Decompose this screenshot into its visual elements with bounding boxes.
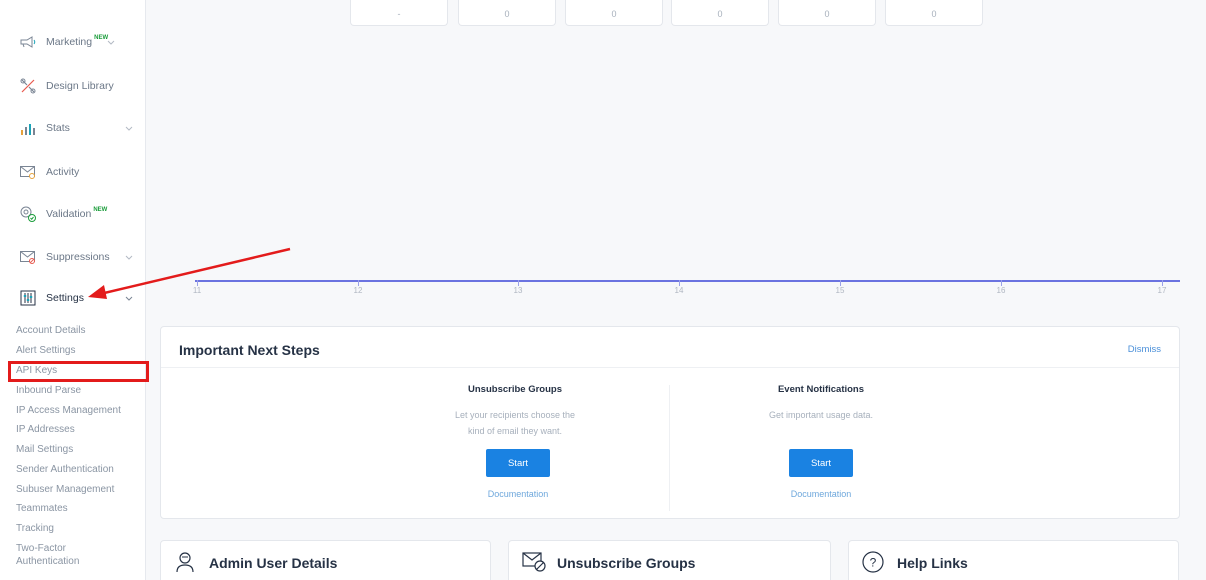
unsubscribe-mail-icon <box>521 550 546 574</box>
next-steps-card: Important Next Steps Dismiss Unsubscribe… <box>160 326 1180 519</box>
subnav-two-factor-authentication[interactable]: Authentication <box>16 556 79 567</box>
stat-box: 0 <box>778 0 876 26</box>
subnav-mail-settings[interactable]: Mail Settings <box>16 444 73 455</box>
suppressions-icon <box>18 247 38 267</box>
nav-label: Design Library <box>46 80 114 92</box>
step-desc-line: Let your recipients choose the <box>454 410 576 420</box>
step-description: Get important usage data. <box>701 407 941 423</box>
x-tick-label: 17 <box>1157 286 1167 295</box>
subnav-two-factor[interactable]: Two-Factor <box>16 543 66 554</box>
subnav-subuser-management[interactable]: Subuser Management <box>16 484 114 495</box>
x-tick-label: 16 <box>996 286 1006 295</box>
help-links-card: ? Help Links <box>848 540 1179 580</box>
step-heading: Event Notifications <box>777 384 865 395</box>
design-icon <box>18 76 38 96</box>
nav-label: Validation <box>46 208 92 220</box>
dismiss-link[interactable]: Dismiss <box>1128 344 1161 355</box>
card-title: Help Links <box>897 555 968 571</box>
step-desc-line: Get important usage data. <box>768 410 874 420</box>
user-icon <box>173 550 197 574</box>
stat-box: 0 <box>565 0 663 26</box>
x-tick-label: 12 <box>353 286 363 295</box>
step-heading: Unsubscribe Groups <box>468 384 562 395</box>
x-tick-label: 13 <box>513 286 523 295</box>
start-button[interactable]: Start <box>486 449 550 477</box>
new-badge: NEW <box>93 207 108 213</box>
megaphone-icon <box>18 32 38 52</box>
nav-item-settings[interactable]: Settings <box>18 286 133 310</box>
stat-box: - <box>350 0 448 26</box>
help-icon: ? <box>861 550 885 574</box>
nav-item-design-library[interactable]: Design Library <box>18 74 114 98</box>
subnav-ip-access-management[interactable]: IP Access Management <box>16 405 121 416</box>
card-title: Admin User Details <box>209 555 338 571</box>
nav-label: Settings <box>46 292 84 304</box>
next-steps-title: Important Next Steps <box>179 342 320 358</box>
x-tick-label: 14 <box>674 286 684 295</box>
admin-user-details-card: Admin User Details <box>160 540 491 580</box>
stat-box: 0 <box>458 0 556 26</box>
subnav-ip-addresses[interactable]: IP Addresses <box>16 424 75 435</box>
nav-item-validation[interactable]: Validation NEW <box>18 202 107 226</box>
chevron-down-icon[interactable] <box>104 35 118 49</box>
subnav-sender-authentication[interactable]: Sender Authentication <box>16 464 114 475</box>
stats-icon <box>18 118 38 138</box>
settings-icon <box>18 288 38 308</box>
nav-item-marketing[interactable]: Marketing NEW <box>18 30 115 54</box>
nav-label: Activity <box>46 166 80 178</box>
subnav-alert-settings[interactable]: Alert Settings <box>16 345 75 356</box>
activity-icon <box>18 162 38 182</box>
card-title: Unsubscribe Groups <box>557 555 696 571</box>
step-desc-line: kind of email they want. <box>467 426 563 436</box>
svg-text:?: ? <box>870 556 877 570</box>
divider <box>669 385 670 511</box>
chevron-down-icon[interactable] <box>122 121 136 135</box>
step-event-notifications: Event Notifications Get important usage … <box>701 384 941 423</box>
nav-item-stats[interactable]: Stats <box>18 116 133 140</box>
nav-item-activity[interactable]: Activity <box>18 160 79 184</box>
x-tick-label: 15 <box>835 286 845 295</box>
step-description: Let your recipients choose the kind of e… <box>395 407 635 439</box>
step-unsubscribe-groups: Unsubscribe Groups Let your recipients c… <box>395 384 635 439</box>
documentation-link[interactable]: Documentation <box>488 489 549 499</box>
subnav-inbound-parse[interactable]: Inbound Parse <box>16 385 81 396</box>
nav-label: Marketing <box>46 36 93 48</box>
validation-icon <box>18 204 38 224</box>
subnav-account-details[interactable]: Account Details <box>16 325 85 336</box>
divider <box>161 367 1179 368</box>
documentation-link[interactable]: Documentation <box>791 489 852 499</box>
stat-box: 0 <box>885 0 983 26</box>
annotation-arrow-icon <box>88 247 291 299</box>
subnav-teammates[interactable]: Teammates <box>16 503 68 514</box>
api-keys-highlight-box <box>8 361 149 382</box>
unsubscribe-groups-card: Unsubscribe Groups <box>508 540 831 580</box>
subnav-tracking[interactable]: Tracking <box>16 523 54 534</box>
chart-line <box>195 280 1180 282</box>
start-button[interactable]: Start <box>789 449 853 477</box>
stat-box: 0 <box>671 0 769 26</box>
nav-label: Stats <box>46 122 70 134</box>
